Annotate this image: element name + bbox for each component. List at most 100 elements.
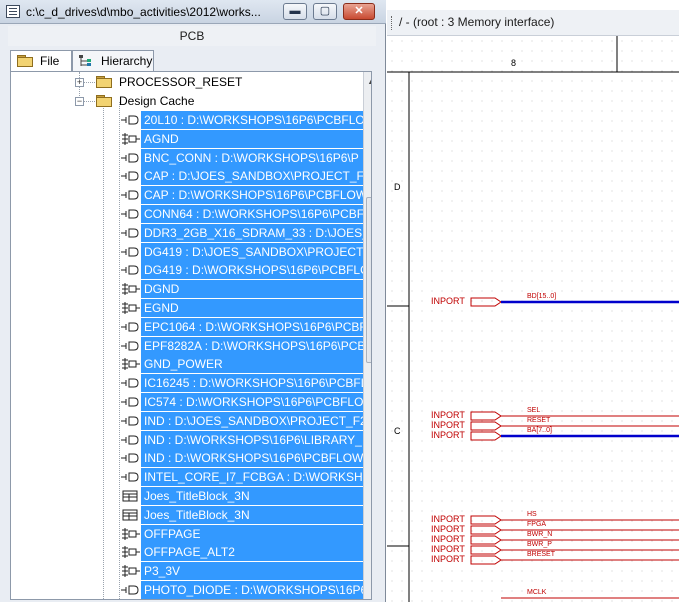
cache-list-item[interactable]: CONN64 : D:\WORKSHOPS\16P6\PCBF (11, 205, 371, 223)
cache-list-item[interactable]: INTEL_CORE_I7_FCBGA : D:\WORKSHO (11, 468, 372, 487)
schematic-canvas[interactable]: 8 D C INPORT BD[15..0] INPORT SEL INPORT RESE… (387, 36, 679, 602)
schematic-title: / - (root : 3 Memory interface) (399, 15, 555, 29)
port-name-label: INPORT (431, 430, 465, 440)
offpage-port-symbol (470, 555, 502, 565)
power-icon (121, 283, 141, 296)
cache-item-label: Joes_TitleBlock_3N (144, 507, 250, 522)
tree-scrollbar[interactable]: ▲ (363, 72, 371, 599)
project-title-bar[interactable]: c:\c_d_drives\d\mbo_activities\2012\work… (0, 0, 386, 24)
cache-item-label: CONN64 : D:\WORKSHOPS\16P6\PCBF (144, 207, 365, 221)
cache-item-label: CAP : D:\WORKSHOPS\16P6\PCBFLOW (144, 188, 368, 203)
expand-icon[interactable]: + (75, 78, 84, 87)
cache-item-label: EPC1064 : D:\WORKSHOPS\16P6\PCBF (144, 319, 367, 334)
titleblock-icon (121, 509, 141, 521)
signal-name-label: BWR_P (527, 541, 552, 548)
cache-item-label: DDR3_2GB_X16_SDRAM_33 : D:\JOES_S (144, 225, 372, 240)
offpage-port-symbol (470, 431, 502, 441)
cache-list-item[interactable]: PHOTO_DIODE : D:\WORKSHOPS\16P6 (11, 581, 371, 599)
folder-icon (96, 95, 112, 107)
part-icon (121, 114, 141, 126)
power-icon (121, 302, 141, 314)
collapse-icon[interactable]: − (75, 97, 84, 106)
port-name-label: INPORT (431, 544, 465, 554)
cache-list-item[interactable]: P3_3V (11, 562, 371, 581)
cache-list-item[interactable]: 20L10 : D:\WORKSHOPS\16P6\PCBFLO (11, 111, 371, 129)
cache-list-item[interactable]: CAP : D:\WORKSHOPS\16P6\PCBFLOW (11, 186, 371, 205)
tab-file[interactable]: File (10, 50, 72, 71)
maximize-button[interactable]: ▢ (313, 3, 337, 20)
offpage-port-symbol (470, 297, 502, 307)
cache-item-label: IND : D:\JOES_SANDBOX\PROJECT_F2E (144, 413, 372, 428)
power-icon (121, 358, 141, 371)
cache-list-item[interactable]: DDR3_2GB_X16_SDRAM_33 : D:\JOES_S (11, 223, 372, 242)
cache-list-item[interactable]: DG419 : D:\WORKSHOPS\16P6\PCBFLO (11, 261, 371, 280)
minimize-button[interactable]: ▬ (283, 3, 307, 20)
cache-list-item[interactable]: Joes_TitleBlock_3N (11, 487, 371, 505)
signal-name-label: RESET (527, 417, 551, 424)
titleblock-icon (121, 490, 141, 502)
offpage-port-symbol (470, 545, 502, 555)
schematic-title-bar[interactable]: / - (root : 3 Memory interface) (387, 10, 679, 36)
scrollbar-thumb[interactable] (366, 197, 371, 363)
cache-list-item[interactable]: IC16245 : D:\WORKSHOPS\16P6\PCBFL (11, 374, 371, 393)
cache-list-item[interactable]: BNC_CONN : D:\WORKSHOPS\16P6\P (11, 148, 371, 167)
part-icon (121, 264, 141, 276)
column-label: 8 (511, 58, 517, 68)
cache-list-item[interactable]: IND : D:\WORKSHOPS\16P6\PCBFLOW (11, 449, 371, 468)
tree-guide (83, 101, 95, 102)
part-icon (121, 396, 141, 408)
cache-list-item[interactable]: IC574 : D:\WORKSHOPS\16P6\PCBFLO (11, 393, 371, 411)
cache-item-label: IC574 : D:\WORKSHOPS\16P6\PCBFLO (144, 395, 364, 409)
cache-list-item[interactable]: AGND (11, 129, 371, 148)
folder-icon (96, 76, 112, 88)
port-name-label: INPORT (431, 420, 465, 430)
cache-list-item[interactable]: OFFPAGE_ALT2 (11, 543, 371, 562)
offpage-port-symbol (470, 421, 502, 431)
tab-hierarchy[interactable]: Hierarchy (72, 50, 154, 71)
tree-node-design-cache[interactable]: Design Cache (119, 94, 194, 108)
cache-item-label: AGND (144, 131, 179, 146)
tree-guide (83, 82, 95, 83)
port-name-label: INPORT (431, 554, 465, 564)
cache-list-item[interactable]: IND : D:\JOES_SANDBOX\PROJECT_F2E (11, 411, 372, 430)
power-icon (121, 527, 141, 540)
cache-item-label: INTEL_CORE_I7_FCBGA : D:\WORKSHO (144, 470, 372, 485)
scroll-up-icon[interactable]: ▲ (367, 76, 371, 86)
offpage-port-symbol (470, 515, 502, 525)
cache-list-item[interactable]: CAP : D:\JOES_SANDBOX\PROJECT_F2 (11, 167, 371, 186)
cache-item-label: IND : D:\WORKSHOPS\16P6\PCBFLOW (144, 451, 364, 466)
signal-name-label: HS (527, 511, 537, 518)
signal-name-label: BRESET (527, 551, 556, 558)
cache-list-item[interactable]: EPC1064 : D:\WORKSHOPS\16P6\PCBF (11, 317, 371, 336)
cache-list-item[interactable]: GND_POWER (11, 355, 371, 374)
tree-node-processor-reset[interactable]: PROCESSOR_RESET (119, 75, 242, 89)
cache-list-item[interactable]: DG419 : D:\JOES_SANDBOX\PROJECT_ (11, 242, 371, 261)
cache-item-label: 20L10 : D:\WORKSHOPS\16P6\PCBFLO (144, 113, 365, 127)
part-icon (121, 452, 141, 464)
project-tree: + PROCESSOR_RESET − Design Cache 20L10 :… (10, 71, 372, 600)
cache-list-item[interactable]: EGND (11, 299, 371, 317)
cache-list-item[interactable]: OFFPAGE (11, 524, 371, 543)
offpage-port-symbol (470, 525, 502, 535)
signal-name-label: BA[7..0] (527, 427, 552, 434)
cache-item-label: PHOTO_DIODE : D:\WORKSHOPS\16P6 (144, 583, 368, 597)
cache-item-label: IND : D:\WORKSHOPS\16P6\LIBRARY_I (144, 432, 366, 447)
cache-list-item[interactable]: EPF8282A : D:\WORKSHOPS\16P6\PCB (11, 336, 371, 355)
cache-list-item[interactable]: DGND (11, 280, 371, 299)
part-icon (121, 152, 141, 164)
cache-list-item[interactable]: IND : D:\WORKSHOPS\16P6\LIBRARY_I (11, 430, 371, 449)
port-name-label: INPORT (431, 514, 465, 524)
part-icon (121, 434, 141, 446)
cache-item-label: Joes_TitleBlock_3N (144, 489, 250, 503)
power-icon (121, 565, 141, 578)
schematic-window: / - (root : 3 Memory interface) 8 D C IN… (387, 0, 679, 602)
close-button[interactable]: ✕ (343, 3, 375, 20)
part-icon (121, 471, 141, 483)
port-name-label: INPORT (431, 296, 465, 306)
row-label-d: D (394, 182, 401, 192)
cache-item-label: IC16245 : D:\WORKSHOPS\16P6\PCBFL (144, 376, 368, 391)
cache-list-item[interactable]: Joes_TitleBlock_3N (11, 505, 371, 524)
part-icon (121, 377, 141, 389)
signal-name-label: FPGA (527, 521, 547, 528)
power-icon (121, 546, 141, 559)
